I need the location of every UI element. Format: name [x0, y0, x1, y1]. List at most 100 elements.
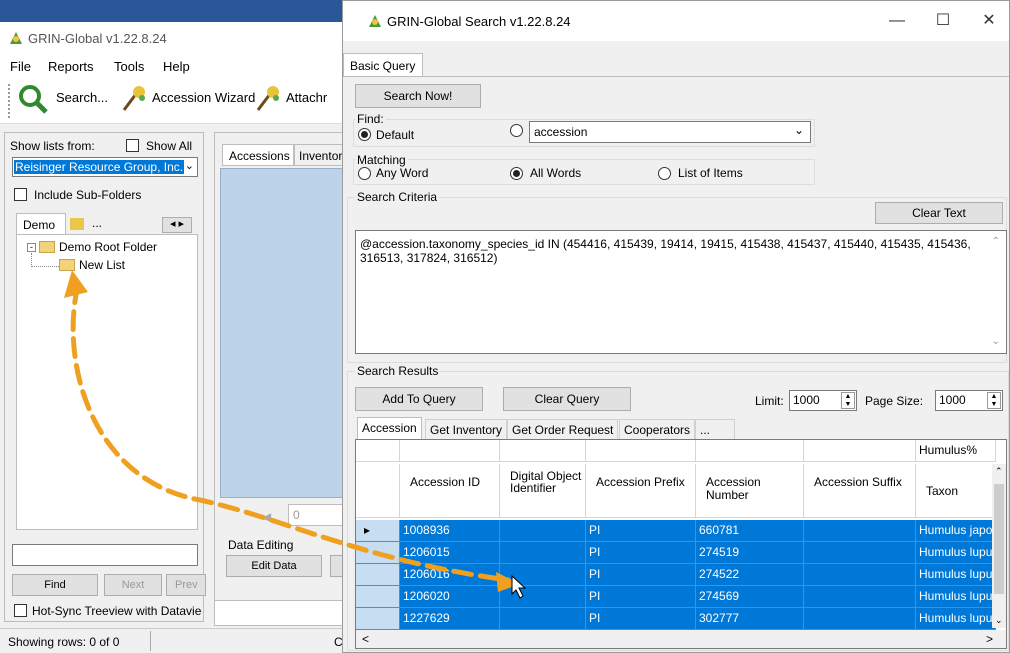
table-cell[interactable]: 1206016 [400, 564, 500, 586]
table-cell[interactable] [500, 564, 586, 586]
table-cell[interactable] [804, 520, 916, 542]
include-subfolders-checkbox[interactable] [14, 188, 27, 201]
table-cell[interactable] [804, 608, 916, 630]
table-cell[interactable]: 660781 [696, 520, 804, 542]
clear-text-button[interactable]: Clear Text [875, 202, 1003, 224]
table-cell[interactable]: 274519 [696, 542, 804, 564]
filter-cell[interactable] [356, 440, 400, 462]
find-button[interactable]: Find [12, 574, 98, 596]
limit-spinner-icon[interactable]: ▲ ▼ [841, 392, 855, 409]
results-tab-accession[interactable]: Accession [357, 417, 422, 439]
scroll-left-icon[interactable]: < [362, 632, 369, 646]
tab-accessions[interactable]: Accessions [222, 144, 294, 166]
table-cell[interactable]: PI [586, 564, 696, 586]
show-all-checkbox[interactable] [126, 139, 139, 152]
search-now-button[interactable]: Search Now! [355, 84, 481, 108]
table-cell[interactable] [500, 520, 586, 542]
collapse-icon[interactable]: - [27, 243, 36, 252]
menu-file[interactable]: File [10, 59, 31, 74]
table-row[interactable]: 1227629 PI 302777 Humulus lupu [356, 608, 996, 630]
table-cell[interactable]: PI [586, 608, 696, 630]
scroll-down-icon[interactable]: ⌄ [995, 615, 1003, 626]
all-words-radio[interactable] [510, 167, 523, 180]
limit-input[interactable]: 1000 ▲ ▼ [789, 390, 857, 411]
row-header[interactable]: ▸ [356, 520, 400, 542]
results-tab-more[interactable]: ... [695, 419, 735, 439]
filter-cell[interactable] [804, 440, 916, 462]
page-size-spinner-icon[interactable]: ▲ ▼ [987, 392, 1001, 409]
col-accession-prefix[interactable]: Accession Prefix [586, 464, 696, 518]
table-row[interactable]: 1206020 PI 274569 Humulus lupu [356, 586, 996, 608]
scroll-thumb[interactable] [994, 484, 1004, 594]
table-cell[interactable]: 274569 [696, 586, 804, 608]
attach-wizard-icon[interactable] [254, 84, 284, 114]
table-cell[interactable] [500, 542, 586, 564]
scroll-up-icon[interactable]: ⌃ [995, 466, 1003, 477]
table-cell[interactable]: 1206015 [400, 542, 500, 564]
col-accession-suffix[interactable]: Accession Suffix [804, 464, 916, 518]
tree-tab-more[interactable]: ... [92, 216, 102, 230]
table-row[interactable]: 1206016 PI 274522 Humulus lupu [356, 564, 996, 586]
any-word-radio[interactable] [358, 167, 371, 180]
attach-wizard-button[interactable]: Attachr [286, 90, 327, 105]
grid-horizontal-scrollbar[interactable]: < > [356, 630, 1006, 648]
filter-cell[interactable] [696, 440, 804, 462]
edit-data-button[interactable]: Edit Data [226, 555, 322, 577]
table-cell[interactable] [500, 586, 586, 608]
table-cell[interactable]: 1008936 [400, 520, 500, 542]
hot-sync-checkbox[interactable] [14, 604, 27, 617]
filter-cell[interactable] [500, 440, 586, 462]
table-row[interactable]: ▸ 1008936 PI 660781 Humulus japo [356, 520, 996, 542]
results-tab-get-inventory[interactable]: Get Inventory [425, 419, 508, 439]
col-taxon[interactable]: Taxon [916, 464, 996, 518]
page-size-input[interactable]: 1000 ▲ ▼ [935, 390, 1003, 411]
table-cell[interactable]: Humulus japo [916, 520, 996, 542]
table-cell[interactable] [804, 586, 916, 608]
next-button[interactable]: Next [104, 574, 162, 596]
table-cell[interactable]: PI [586, 542, 696, 564]
find-input[interactable] [12, 544, 198, 566]
table-cell[interactable]: 302777 [696, 608, 804, 630]
row-header[interactable] [356, 564, 400, 586]
table-cell[interactable]: Humulus lupu [916, 586, 996, 608]
col-digital-object-identifier[interactable]: Digital Object Identifier [500, 464, 586, 518]
table-cell[interactable]: Humulus lupu [916, 564, 996, 586]
tree-new-list[interactable]: New List [79, 258, 125, 272]
find-table-radio[interactable] [510, 124, 523, 137]
list-of-items-radio[interactable] [658, 167, 671, 180]
filter-cell[interactable] [400, 440, 500, 462]
col-accession-number[interactable]: Accession Number [696, 464, 804, 518]
maximize-icon[interactable]: ☐ [925, 9, 961, 33]
magnifier-icon[interactable] [18, 84, 48, 114]
row-header[interactable] [356, 586, 400, 608]
results-tab-cooperators[interactable]: Cooperators [619, 419, 696, 439]
grid-vertical-scrollbar[interactable]: ⌃ ⌄ [992, 464, 1006, 628]
table-cell[interactable] [804, 564, 916, 586]
table-cell[interactable]: 1227629 [400, 608, 500, 630]
clear-query-button[interactable]: Clear Query [503, 387, 631, 411]
tree-root-folder[interactable]: Demo Root Folder [59, 240, 157, 254]
col-accession-id[interactable]: Accession ID [400, 464, 500, 518]
owner-select[interactable]: Reisinger Resource Group, Inc. ⌄ [12, 157, 198, 177]
taxon-filter-cell[interactable]: Humulus% [916, 440, 996, 462]
table-cell[interactable]: PI [586, 520, 696, 542]
tab-basic-query[interactable]: Basic Query [343, 53, 423, 77]
accession-wizard-button[interactable]: Accession Wizard [152, 90, 255, 105]
table-cell[interactable]: Humulus lupu [916, 608, 996, 630]
tree-tab-scroll[interactable]: ◂ ▸ [162, 217, 192, 233]
minimize-icon[interactable]: — [879, 9, 915, 33]
scroll-down-icon[interactable]: ⌄ [992, 335, 1000, 349]
filter-cell[interactable] [586, 440, 696, 462]
prev-button[interactable]: Prev [166, 574, 206, 596]
table-cell[interactable] [500, 608, 586, 630]
find-default-radio[interactable] [358, 128, 371, 141]
nav-prev-icon[interactable]: ◀ [262, 510, 271, 524]
table-cell[interactable]: Humulus lupu [916, 542, 996, 564]
search-criteria-textarea[interactable]: @accession.taxonomy_species_id IN (45441… [355, 230, 1007, 354]
search-tool-button[interactable]: Search... [56, 90, 108, 105]
accession-wizard-icon[interactable] [120, 84, 150, 114]
close-icon[interactable]: ✕ [971, 9, 1007, 33]
menu-reports[interactable]: Reports [48, 59, 94, 74]
tree-tab-demo[interactable]: Demo [16, 213, 66, 235]
menu-help[interactable]: Help [163, 59, 190, 74]
